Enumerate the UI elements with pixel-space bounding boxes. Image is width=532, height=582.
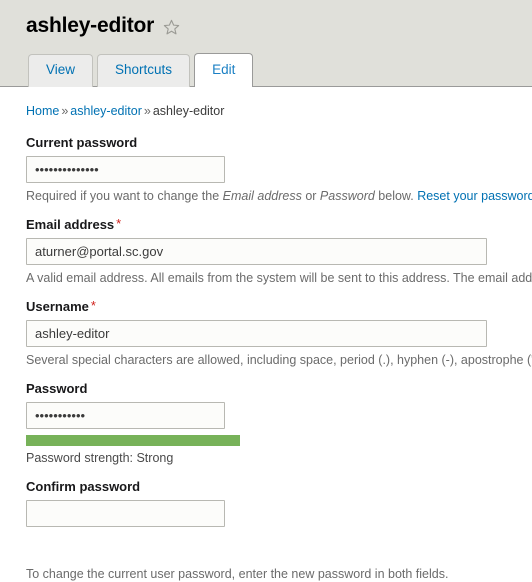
- email-address-input[interactable]: [26, 238, 487, 265]
- form-item-username: Username* Several special characters are…: [0, 299, 532, 368]
- star-outline-icon[interactable]: [163, 19, 180, 36]
- password-input[interactable]: [26, 402, 225, 429]
- tab-edit[interactable]: Edit: [194, 53, 254, 87]
- confirm-password-label: Confirm password: [26, 479, 141, 494]
- tab-view[interactable]: View: [28, 54, 94, 87]
- breadcrumb-separator-1: »: [61, 104, 69, 118]
- page-title-row: ashley-editor: [0, 0, 532, 42]
- current-password-label: Current password: [26, 135, 138, 150]
- tab-edit-label: Edit: [212, 62, 236, 77]
- tab-shortcuts-label: Shortcuts: [115, 62, 173, 77]
- current-password-description-suffix: below.: [374, 189, 418, 203]
- reset-password-link[interactable]: Reset your password.: [417, 189, 532, 203]
- current-password-description-mid: or: [301, 189, 320, 203]
- breadcrumb-home-link[interactable]: Home: [26, 104, 59, 118]
- password-strength-text: Password strength: Strong: [26, 451, 174, 465]
- email-address-label-text: Email address: [26, 217, 115, 232]
- username-label: Username *: [26, 299, 532, 315]
- current-password-description-emphasis-password: Password: [319, 189, 375, 203]
- email-address-description: A valid email address. All emails from t…: [26, 271, 532, 285]
- form-item-password: Password Password strength: Strong: [0, 381, 532, 466]
- password-strength-bar-fill: [26, 435, 240, 446]
- breadcrumb: Home» ashley-editor» ashley-editor: [0, 103, 532, 119]
- tab-shortcuts[interactable]: Shortcuts: [97, 54, 191, 87]
- page-header: ashley-editor View Shortcuts Edit: [0, 0, 532, 87]
- primary-tabs: View Shortcuts Edit: [0, 53, 257, 87]
- username-label-text: Username: [26, 299, 89, 314]
- page-title: ashley-editor: [26, 14, 155, 37]
- email-address-label: Email address *: [26, 217, 532, 233]
- username-required-marker: *: [90, 298, 96, 313]
- breadcrumb-separator-2: »: [143, 104, 151, 118]
- form-item-email-address: Email address* A valid email address. Al…: [0, 217, 532, 286]
- form-item-current-password: Current password Required if you want to…: [0, 135, 532, 204]
- breadcrumb-parent-link[interactable]: ashley-editor: [70, 104, 142, 118]
- username-input[interactable]: [26, 320, 487, 347]
- password-label: Password: [26, 381, 88, 396]
- form-item-confirm-password: Confirm password: [0, 479, 532, 527]
- password-strength-bar: [26, 435, 240, 446]
- current-password-input[interactable]: [26, 156, 225, 183]
- current-password-description: Required if you want to change the Email…: [26, 188, 532, 204]
- breadcrumb-current: ashley-editor: [152, 104, 225, 118]
- current-password-description-prefix: Required if you want to change the: [26, 189, 223, 203]
- username-description: Several special characters are allowed, …: [26, 353, 532, 367]
- password-footer-note: To change the current user password, ent…: [26, 567, 449, 581]
- tab-view-label: View: [46, 62, 76, 77]
- main-content: Home» ashley-editor» ashley-editor Current…: [0, 87, 532, 582]
- confirm-password-input[interactable]: [26, 500, 225, 527]
- email-address-required-marker: *: [116, 216, 122, 231]
- current-password-description-emphasis-email: Email address: [222, 189, 302, 203]
